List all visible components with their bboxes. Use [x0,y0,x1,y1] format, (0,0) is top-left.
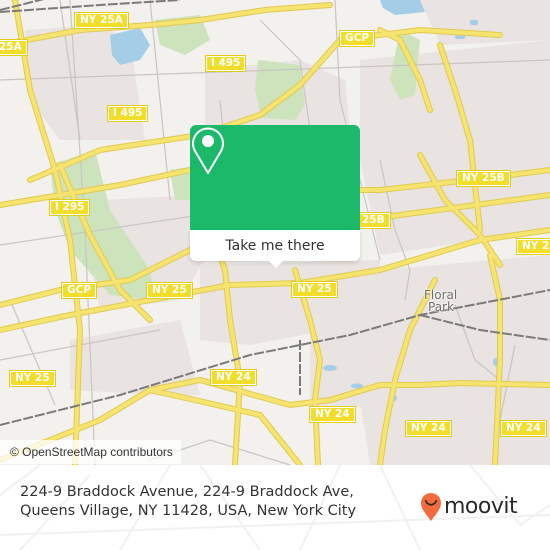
popup-header [190,125,360,230]
road-shield: NY 25B [456,170,511,187]
moovit-pin-icon [421,493,441,521]
road-shield: NY 25 [146,282,193,299]
popup-pointer [267,259,285,268]
road-shield: 25B [356,212,391,229]
address-line-1: 224-9 Braddock Avenue, 224-9 Braddock Av… [20,484,354,500]
road-shield: GCP [338,30,376,47]
road-shield: I 295 [48,199,91,216]
road-shield: NY 24 [500,420,547,437]
moovit-wordmark: moovit [444,493,518,519]
place-label-line: Park [428,300,454,314]
place-label-floral-park: Floral Park [424,289,457,313]
road-shield: I 495 [106,105,149,122]
moovit-logo[interactable]: moovit [420,492,518,522]
map-view[interactable]: 25A NY 25A I 495 I 495 GCP NY 25B 25B I … [0,0,550,465]
map-attribution[interactable]: © OpenStreetMap contributors [0,440,181,464]
road-shield: NY 25 [291,281,338,298]
road-shield: GCP [60,282,98,299]
road-shield: NY 24 [405,420,452,437]
road-shield: NY 25A [74,12,129,29]
road-shield: NY 24 [309,406,356,423]
take-me-there-button[interactable]: Take me there [190,230,360,261]
address-text: 224-9 Braddock Avenue, 224-9 Braddock Av… [20,483,400,521]
road-shield: NY 25 [516,238,550,255]
road-shield: NY 25 [9,370,56,387]
road-shield: I 495 [204,55,247,72]
map-pin-icon [192,127,224,174]
location-popup: Take me there [190,125,360,268]
address-line-2: Queens Village, NY 11428, USA, New York … [20,503,357,519]
road-shield: NY 24 [210,369,257,386]
road-shield: 25A [0,39,28,56]
take-me-there-label: Take me there [225,237,325,254]
